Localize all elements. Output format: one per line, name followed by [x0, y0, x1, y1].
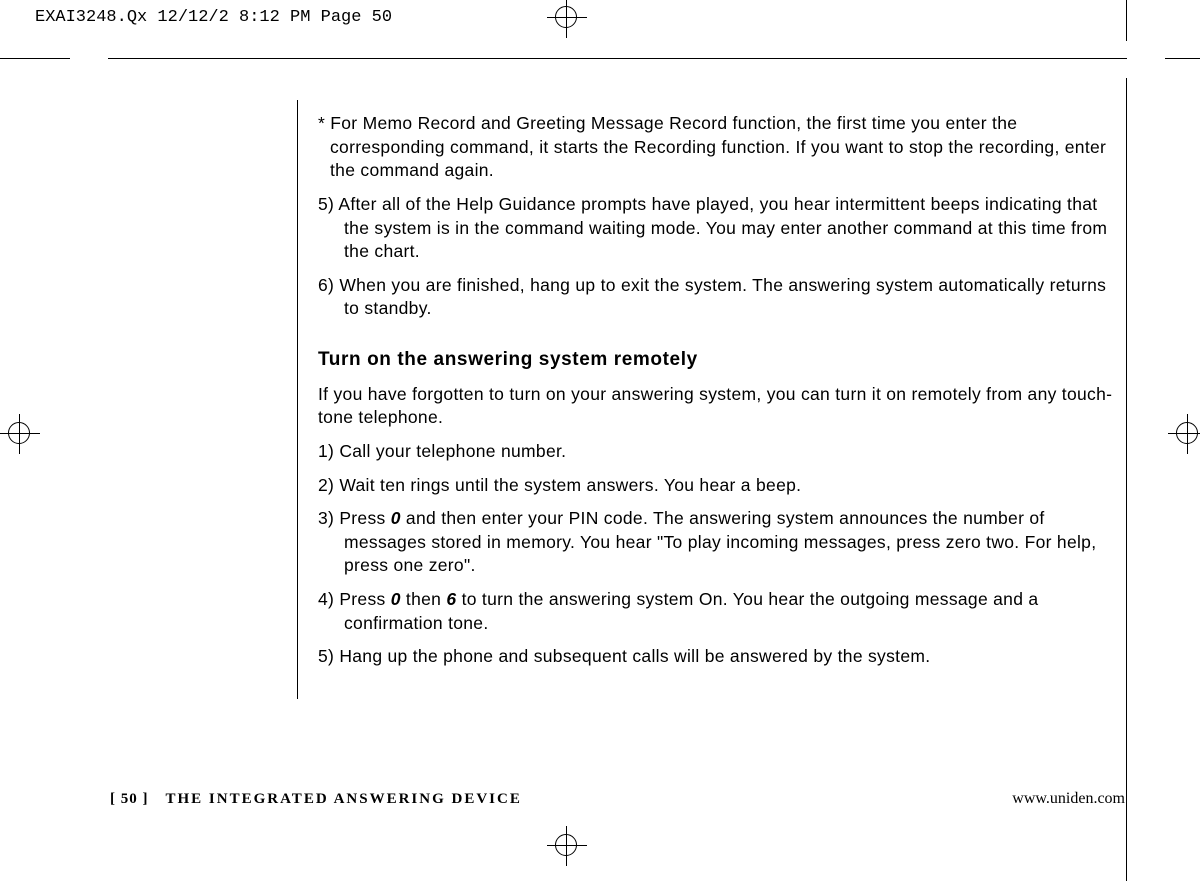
trim-line: [1126, 78, 1127, 881]
key-0: 0: [391, 589, 401, 609]
trim-line: [108, 58, 1127, 59]
text: and then enter your PIN code. The answer…: [344, 508, 1096, 575]
trim-line: [1165, 58, 1200, 59]
text: 3) Press: [318, 508, 391, 528]
remote-step-1: 1) Call your telephone number.: [318, 440, 1122, 464]
step-5: 5) After all of the Help Guidance prompt…: [318, 193, 1122, 264]
remote-step-5: 5) Hang up the phone and subsequent call…: [318, 645, 1122, 669]
page-number: [ 50 ]: [110, 791, 149, 807]
text: then: [401, 589, 447, 609]
remote-step-3: 3) Press 0 and then enter your PIN code.…: [318, 507, 1122, 578]
page-footer: [ 50 ] THE INTEGRATED ANSWERING DEVICE w…: [110, 790, 1125, 808]
memo-note: * For Memo Record and Greeting Message R…: [318, 112, 1122, 183]
text: 4) Press: [318, 589, 391, 609]
remote-step-2: 2) Wait ten rings until the system answe…: [318, 474, 1122, 498]
registration-mark-icon: [547, 0, 587, 38]
section-intro: If you have forgotten to turn on your an…: [318, 383, 1122, 430]
page-body: * For Memo Record and Greeting Message R…: [297, 100, 1122, 699]
step-6: 6) When you are finished, hang up to exi…: [318, 274, 1122, 321]
registration-mark-icon: [1168, 414, 1200, 454]
key-6: 6: [446, 589, 456, 609]
key-0: 0: [391, 508, 401, 528]
trim-line: [1126, 0, 1127, 41]
registration-mark-icon: [547, 826, 587, 866]
print-job-info: EXAI3248.Qx 12/12/2 8:12 PM Page 50: [35, 8, 392, 27]
remote-step-4: 4) Press 0 then 6 to turn the answering …: [318, 588, 1122, 635]
section-heading: Turn on the answering system remotely: [318, 347, 1122, 373]
section-title: THE INTEGRATED ANSWERING DEVICE: [165, 791, 521, 807]
registration-mark-icon: [0, 414, 40, 454]
footer-url: www.uniden.com: [1012, 790, 1125, 808]
trim-line: [0, 58, 70, 59]
